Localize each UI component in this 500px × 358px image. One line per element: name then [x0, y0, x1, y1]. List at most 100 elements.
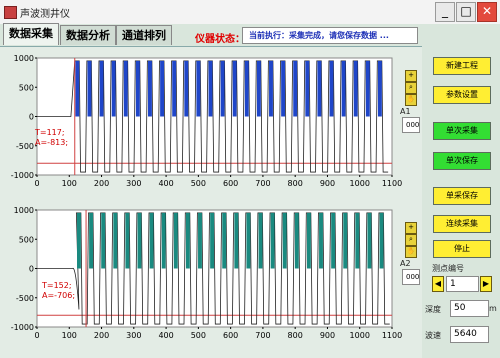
- new-project-button[interactable]: 新建工程: [433, 57, 491, 75]
- x-tick-label: 600: [223, 331, 238, 340]
- waveform-fill: [293, 60, 298, 117]
- increment-arrow-icon[interactable]: ▶: [480, 276, 492, 292]
- waveform-fill: [160, 60, 164, 117]
- waveform-chart-a1: 10005000-500-10000 100 200 300 400 500 600 700 8…: [11, 54, 402, 188]
- zoom-tool-icon[interactable]: ⌕: [405, 82, 417, 94]
- x-tick-label: 500: [191, 331, 206, 340]
- waveform-fill: [305, 60, 310, 117]
- decrement-arrow-icon[interactable]: ◀: [432, 276, 444, 292]
- depth-field[interactable]: 50: [450, 300, 489, 317]
- x-tick-label: 700: [255, 179, 270, 188]
- depth-unit: m: [489, 304, 497, 313]
- stop-button[interactable]: 停止: [433, 240, 491, 258]
- y-tick-label: 500: [19, 235, 34, 244]
- crosshair-tool-icon[interactable]: +: [405, 70, 417, 82]
- tab-data-acquisition[interactable]: 数据采集: [3, 23, 59, 45]
- waveform-fill: [208, 60, 213, 117]
- y-tick-label: -1000: [11, 323, 34, 332]
- single-save-button[interactable]: 单次保存: [433, 152, 491, 170]
- x-tick-label: 700: [255, 331, 270, 340]
- status-message: 当前执行：采集完成，请您保存数据 ...: [242, 27, 418, 44]
- waveform-fill: [220, 60, 225, 117]
- waveform-fill: [232, 60, 237, 117]
- channel-a2-field[interactable]: 000: [402, 269, 420, 285]
- single-acquire-button[interactable]: 单次采集: [433, 122, 491, 140]
- waveform-fill: [87, 60, 92, 117]
- waveform-fill: [367, 212, 372, 269]
- channel-label-a2: A2: [400, 259, 411, 268]
- y-tick-label: -500: [16, 294, 34, 303]
- y-tick-label: 1000: [14, 206, 34, 215]
- waveform-fill: [137, 212, 142, 269]
- cursor-amplitude-readout: A=-706;: [42, 291, 75, 300]
- measure-point-label: 测点编号: [432, 264, 464, 273]
- y-tick-label: -500: [16, 142, 34, 151]
- waveform-fill: [113, 212, 118, 269]
- waveform-fill: [353, 60, 358, 117]
- x-tick-label: 400: [158, 179, 173, 188]
- cursor-time-readout: T=152;: [41, 281, 72, 290]
- waveform-fill: [244, 60, 249, 117]
- close-button[interactable]: ✕: [477, 2, 497, 22]
- x-tick-label: 100: [62, 331, 77, 340]
- waveform-fill: [306, 212, 311, 269]
- waveform-fill: [234, 212, 239, 269]
- waveform-fill: [77, 212, 81, 269]
- continuous-acquire-button[interactable]: 连续采集: [433, 215, 491, 233]
- x-tick-label: 400: [158, 331, 173, 340]
- waveform-fill: [99, 60, 104, 117]
- tab-data-analysis[interactable]: 数据分析: [60, 25, 116, 45]
- tab-channel-arrangement[interactable]: 通道排列: [116, 25, 172, 45]
- waveform-fill: [341, 60, 346, 117]
- x-tick-label: 900: [320, 331, 335, 340]
- y-tick-label: 1000: [14, 54, 34, 63]
- x-tick-label: 0: [34, 331, 39, 340]
- y-tick-label: -1000: [11, 171, 34, 180]
- waveform-fill: [377, 60, 382, 117]
- zoom-tool-icon[interactable]: ⌕: [405, 234, 417, 246]
- waveform-fill: [172, 60, 177, 117]
- y-tick-label: 500: [19, 83, 34, 92]
- waveform-fill: [281, 60, 286, 117]
- waveform-fill: [111, 60, 116, 117]
- waveform-fill: [210, 212, 215, 269]
- waveform-fill: [173, 212, 178, 269]
- x-tick-label: 1000: [350, 331, 370, 340]
- x-tick-label: 800: [288, 331, 303, 340]
- waveform-fill: [101, 212, 106, 269]
- waveform-fill: [198, 212, 202, 269]
- waveform-fill: [365, 60, 370, 117]
- waveform-fill: [258, 212, 263, 269]
- waveform-fill: [89, 212, 93, 269]
- waveform-fill: [270, 212, 275, 269]
- waveform-fill: [222, 212, 227, 269]
- waveform-fill: [184, 60, 189, 117]
- x-tick-label: 100: [62, 179, 77, 188]
- parameter-settings-button[interactable]: 参数设置: [433, 86, 491, 104]
- waveform-fill: [294, 212, 299, 269]
- waveform-fill: [317, 60, 322, 117]
- waveform-fill: [379, 212, 384, 269]
- minimize-button[interactable]: _: [435, 2, 455, 22]
- cursor-amplitude-readout: A=-813;: [35, 138, 68, 147]
- waveform-fill: [75, 60, 80, 117]
- x-tick-label: 1100: [382, 179, 402, 188]
- waveform-fill: [148, 60, 152, 117]
- x-tick-label: 300: [126, 179, 141, 188]
- cursor-time-readout: T=117;: [34, 128, 65, 137]
- waveform-fill: [161, 212, 166, 269]
- app-icon: [4, 6, 17, 19]
- waveform-fill: [246, 212, 251, 269]
- waveform-fill: [319, 212, 323, 269]
- wave-speed-field[interactable]: 5640: [450, 326, 489, 343]
- maximize-button[interactable]: □: [456, 2, 476, 22]
- crosshair-tool-icon[interactable]: +: [405, 222, 417, 234]
- measure-point-field[interactable]: 1: [446, 276, 479, 292]
- channel-a1-field[interactable]: 000: [402, 117, 420, 133]
- pan-hand-icon[interactable]: ✋: [405, 94, 417, 106]
- waveform-fill: [256, 60, 261, 117]
- wave-speed-label: 波速: [425, 331, 441, 340]
- title-bar: [0, 0, 500, 25]
- pan-hand-icon[interactable]: ✋: [405, 246, 417, 258]
- single-acquire-save-button[interactable]: 单采保存: [433, 187, 491, 205]
